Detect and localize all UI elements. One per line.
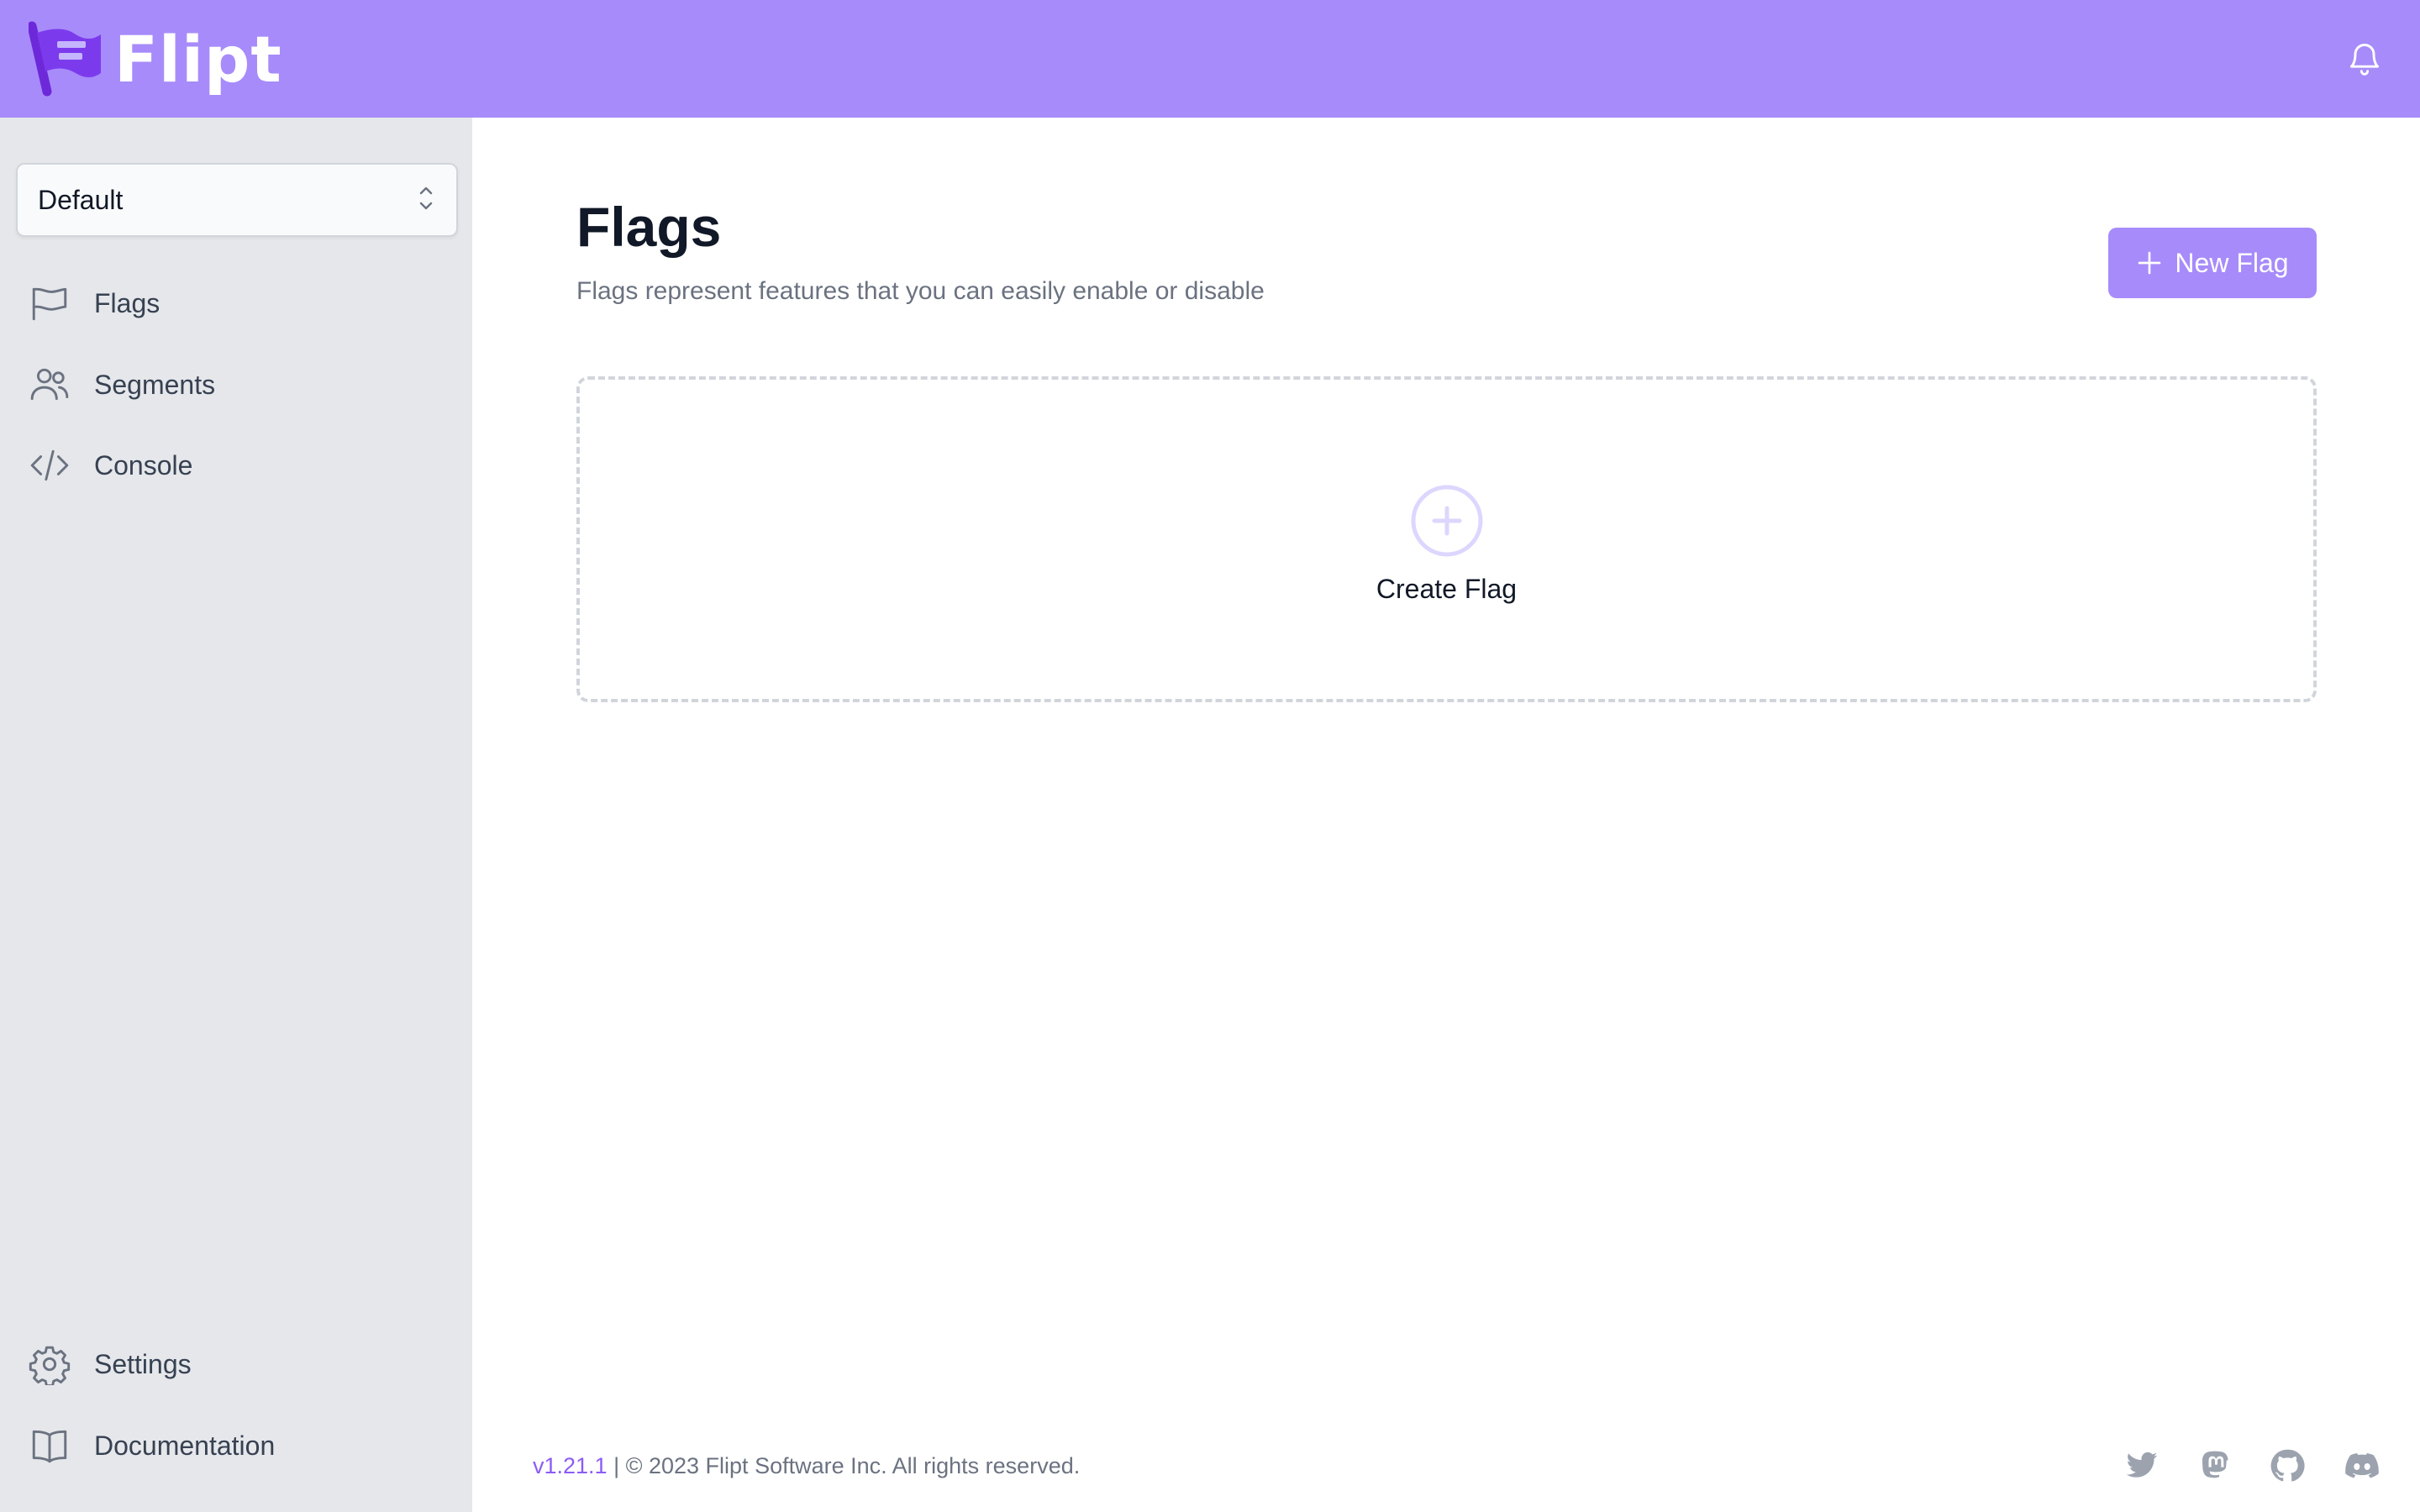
main-content: Flags Flags represent features that you …	[472, 118, 2420, 1512]
sidebar-item-console[interactable]: Console	[29, 436, 192, 495]
sidebar-item-label: Documentation	[94, 1430, 276, 1461]
sidebar-item-label: Settings	[94, 1348, 192, 1379]
namespace-select-value: Default	[38, 184, 124, 215]
sidebar-item-label: Segments	[94, 369, 216, 400]
sidebar-item-settings[interactable]: Settings	[29, 1335, 192, 1394]
create-flag-label: Create Flag	[1376, 573, 1518, 604]
plus-circle-icon	[1409, 475, 1485, 559]
sidebar-item-documentation[interactable]: Documentation	[29, 1416, 275, 1475]
create-flag-empty-state[interactable]: Create Flag	[576, 376, 2317, 702]
mastodon-icon[interactable]	[2198, 1449, 2232, 1483]
gear-icon	[29, 1343, 71, 1385]
sidebar-item-flags[interactable]: Flags	[29, 274, 160, 333]
sidebar-item-label: Flags	[94, 287, 160, 318]
sidebar: Default Flags Segments Console Settings …	[0, 118, 472, 1512]
brand-logo-link[interactable]: Flipt	[29, 21, 282, 97]
new-flag-button-label: New Flag	[2175, 247, 2289, 278]
bell-icon[interactable]	[2346, 39, 2383, 79]
discord-icon[interactable]	[2343, 1449, 2381, 1483]
page-title: Flags	[576, 196, 722, 258]
sidebar-item-segments[interactable]: Segments	[29, 355, 215, 414]
book-icon	[29, 1425, 71, 1467]
chevron-up-down-icon	[416, 181, 436, 219]
social-links	[2123, 1447, 2381, 1484]
footer-text: v1.21.1 | © 2023 Flipt Software Inc. All…	[533, 1453, 1080, 1479]
code-icon	[29, 444, 71, 486]
copyright-text: | © 2023 Flipt Software Inc. All rights …	[607, 1452, 1081, 1478]
footer: v1.21.1 | © 2023 Flipt Software Inc. All…	[533, 1445, 2381, 1487]
version-link[interactable]: v1.21.1	[533, 1453, 608, 1478]
github-icon[interactable]	[2269, 1447, 2306, 1484]
flipt-logo-icon	[29, 21, 104, 97]
top-bar: Flipt	[0, 0, 2420, 118]
users-icon	[29, 364, 71, 406]
twitter-icon[interactable]	[2123, 1449, 2161, 1483]
sidebar-item-label: Console	[94, 449, 193, 480]
plus-icon	[2136, 249, 2163, 276]
new-flag-button[interactable]: New Flag	[2108, 228, 2317, 298]
flag-icon	[29, 282, 71, 324]
page-subtitle: Flags represent features that you can ea…	[576, 277, 1265, 305]
app-name: Flipt	[114, 21, 282, 97]
namespace-select[interactable]: Default	[16, 163, 458, 237]
